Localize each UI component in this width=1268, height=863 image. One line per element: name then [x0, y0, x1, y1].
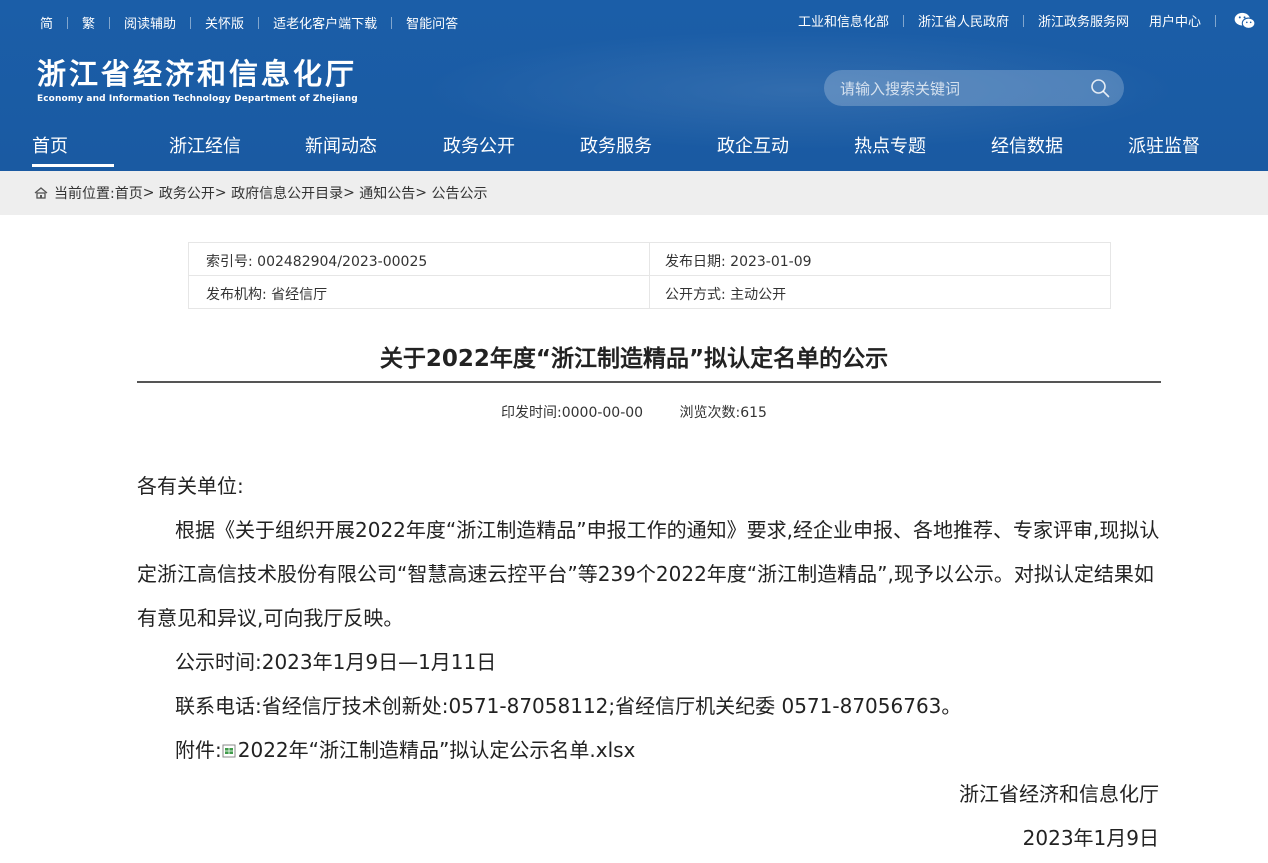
article-subinfo: 印发时间:0000-00-00 浏览次数:615 [0, 402, 1268, 422]
excel-file-icon [222, 744, 236, 758]
breadcrumb-separator: > [343, 185, 355, 201]
signature-org: 浙江省经济和信息化厅 [959, 782, 1159, 806]
announcement-period: 公示时间:2023年1月9日—1月11日 [175, 650, 497, 674]
divider [109, 16, 111, 29]
divider [190, 16, 192, 29]
nav-jingxin-data[interactable]: 经信数据 [991, 132, 1063, 158]
breadcrumb-prefix: 当前位置: [54, 186, 115, 202]
disclosure-method: 公开方式: 主动公开 [665, 287, 787, 303]
nav-gov-affairs-open[interactable]: 政务公开 [443, 132, 515, 158]
divider [67, 16, 69, 29]
article-body: 各有关单位: 根据《关于组织开展2022年度“浙江制造精品”申报工作的通知》要求… [137, 464, 1167, 860]
search-input[interactable] [838, 70, 1082, 108]
reading-aid-link[interactable]: 阅读辅助 [124, 13, 176, 32]
salutation: 各有关单位: [137, 474, 244, 498]
nav-gov-services[interactable]: 政务服务 [580, 132, 652, 158]
divider [391, 16, 393, 29]
breadcrumb-notices[interactable]: 通知公告 [359, 183, 415, 203]
publishing-org: 发布机构: 省经信厅 [206, 287, 328, 303]
document-meta-table: 索引号: 002482904/2023-00025 发布日期: 2023-01-… [188, 242, 1111, 309]
breadcrumb-gov-affairs-open[interactable]: 政务公开 [159, 183, 215, 203]
wechat-icon[interactable] [1234, 12, 1256, 30]
breadcrumb-announcements[interactable]: 公告公示 [431, 183, 487, 203]
main-nav: 首页 浙江经信 新闻动态 政务公开 政务服务 政企互动 热点专题 经信数据 派驻… [0, 132, 1268, 171]
logo-english-name: Economy and Information Technology Depar… [37, 94, 358, 104]
divider [902, 14, 904, 27]
divider [258, 16, 260, 29]
user-center-link[interactable]: 用户中心 [1149, 11, 1201, 30]
nav-hot-topics[interactable]: 热点专题 [854, 132, 926, 158]
top-utility-bar: 简 繁 阅读辅助 关怀版 适老化客户端下载 智能问答 工业和信息化部 浙江省人民… [0, 0, 1268, 44]
site-logo[interactable]: 浙江省经济和信息化厅 Economy and Information Techn… [37, 58, 358, 104]
smart-qa-link[interactable]: 智能问答 [406, 13, 458, 32]
nav-supervision[interactable]: 派驻监督 [1128, 132, 1200, 158]
zj-gov-link[interactable]: 浙江省人民政府 [918, 11, 1009, 30]
logo-chinese-name: 浙江省经济和信息化厅 [37, 57, 358, 91]
contact-phones: 联系电话:省经信厅技术创新处:0571-87058112;省经信厅机关纪委 05… [175, 694, 962, 718]
breadcrumb-info-directory[interactable]: 政府信息公开目录 [231, 183, 343, 203]
top-right-links: 工业和信息化部 浙江省人民政府 浙江政务服务网 用户中心 [798, 11, 1256, 30]
traditional-chinese-link[interactable]: 繁 [82, 13, 95, 32]
article-title: 关于2022年度“浙江制造精品”拟认定名单的公示 [379, 346, 889, 372]
index-number: 索引号: 002482904/2023-00025 [206, 254, 428, 270]
divider [1022, 14, 1024, 27]
nav-zhejiang-jingxin[interactable]: 浙江经信 [169, 132, 241, 158]
attachment-link[interactable]: 2022年“浙江制造精品”拟认定公示名单.xlsx [238, 738, 636, 762]
top-left-links: 简 繁 阅读辅助 关怀版 适老化客户端下载 智能问答 [40, 13, 458, 32]
body-paragraph: 根据《关于组织开展2022年度“浙江制造精品”申报工作的通知》要求,经企业申报、… [137, 518, 1160, 630]
breadcrumb-separator: > [415, 185, 428, 201]
nav-gov-business-interaction[interactable]: 政企互动 [717, 132, 789, 158]
care-version-link[interactable]: 关怀版 [205, 13, 244, 32]
attachment-label: 附件: [175, 738, 222, 762]
breadcrumb-separator: > [142, 185, 155, 201]
breadcrumb: 当前位置: 首页 > 政务公开 > 政府信息公开目录 > 通知公告 > 公告公示 [0, 171, 1268, 215]
divider [1215, 14, 1216, 27]
site-header: 简 繁 阅读辅助 关怀版 适老化客户端下载 智能问答 工业和信息化部 浙江省人民… [0, 0, 1268, 171]
home-icon [34, 187, 48, 199]
nav-news[interactable]: 新闻动态 [305, 132, 377, 158]
search-box [824, 70, 1124, 108]
breadcrumb-home[interactable]: 首页 [115, 183, 143, 203]
print-time: 印发时间:0000-00-00 [501, 405, 644, 421]
nav-active-indicator [32, 164, 114, 167]
simplified-chinese-link[interactable]: 简 [40, 13, 53, 32]
meta-divider [649, 243, 650, 308]
attachment-line: 附件: 2022年“浙江制造精品”拟认定公示名单.xlsx [137, 728, 1167, 772]
view-count: 浏览次数:615 [679, 405, 767, 421]
breadcrumb-separator: > [214, 185, 227, 201]
zj-service-link[interactable]: 浙江政务服务网 [1038, 11, 1129, 30]
search-icon[interactable] [1090, 78, 1110, 98]
publish-date: 发布日期: 2023-01-09 [665, 254, 812, 270]
elderly-client-download-link[interactable]: 适老化客户端下载 [273, 13, 377, 32]
title-underline [137, 381, 1161, 383]
nav-home[interactable]: 首页 [32, 132, 68, 158]
signature-date: 2023年1月9日 [1022, 826, 1159, 850]
miit-link[interactable]: 工业和信息化部 [798, 11, 889, 30]
